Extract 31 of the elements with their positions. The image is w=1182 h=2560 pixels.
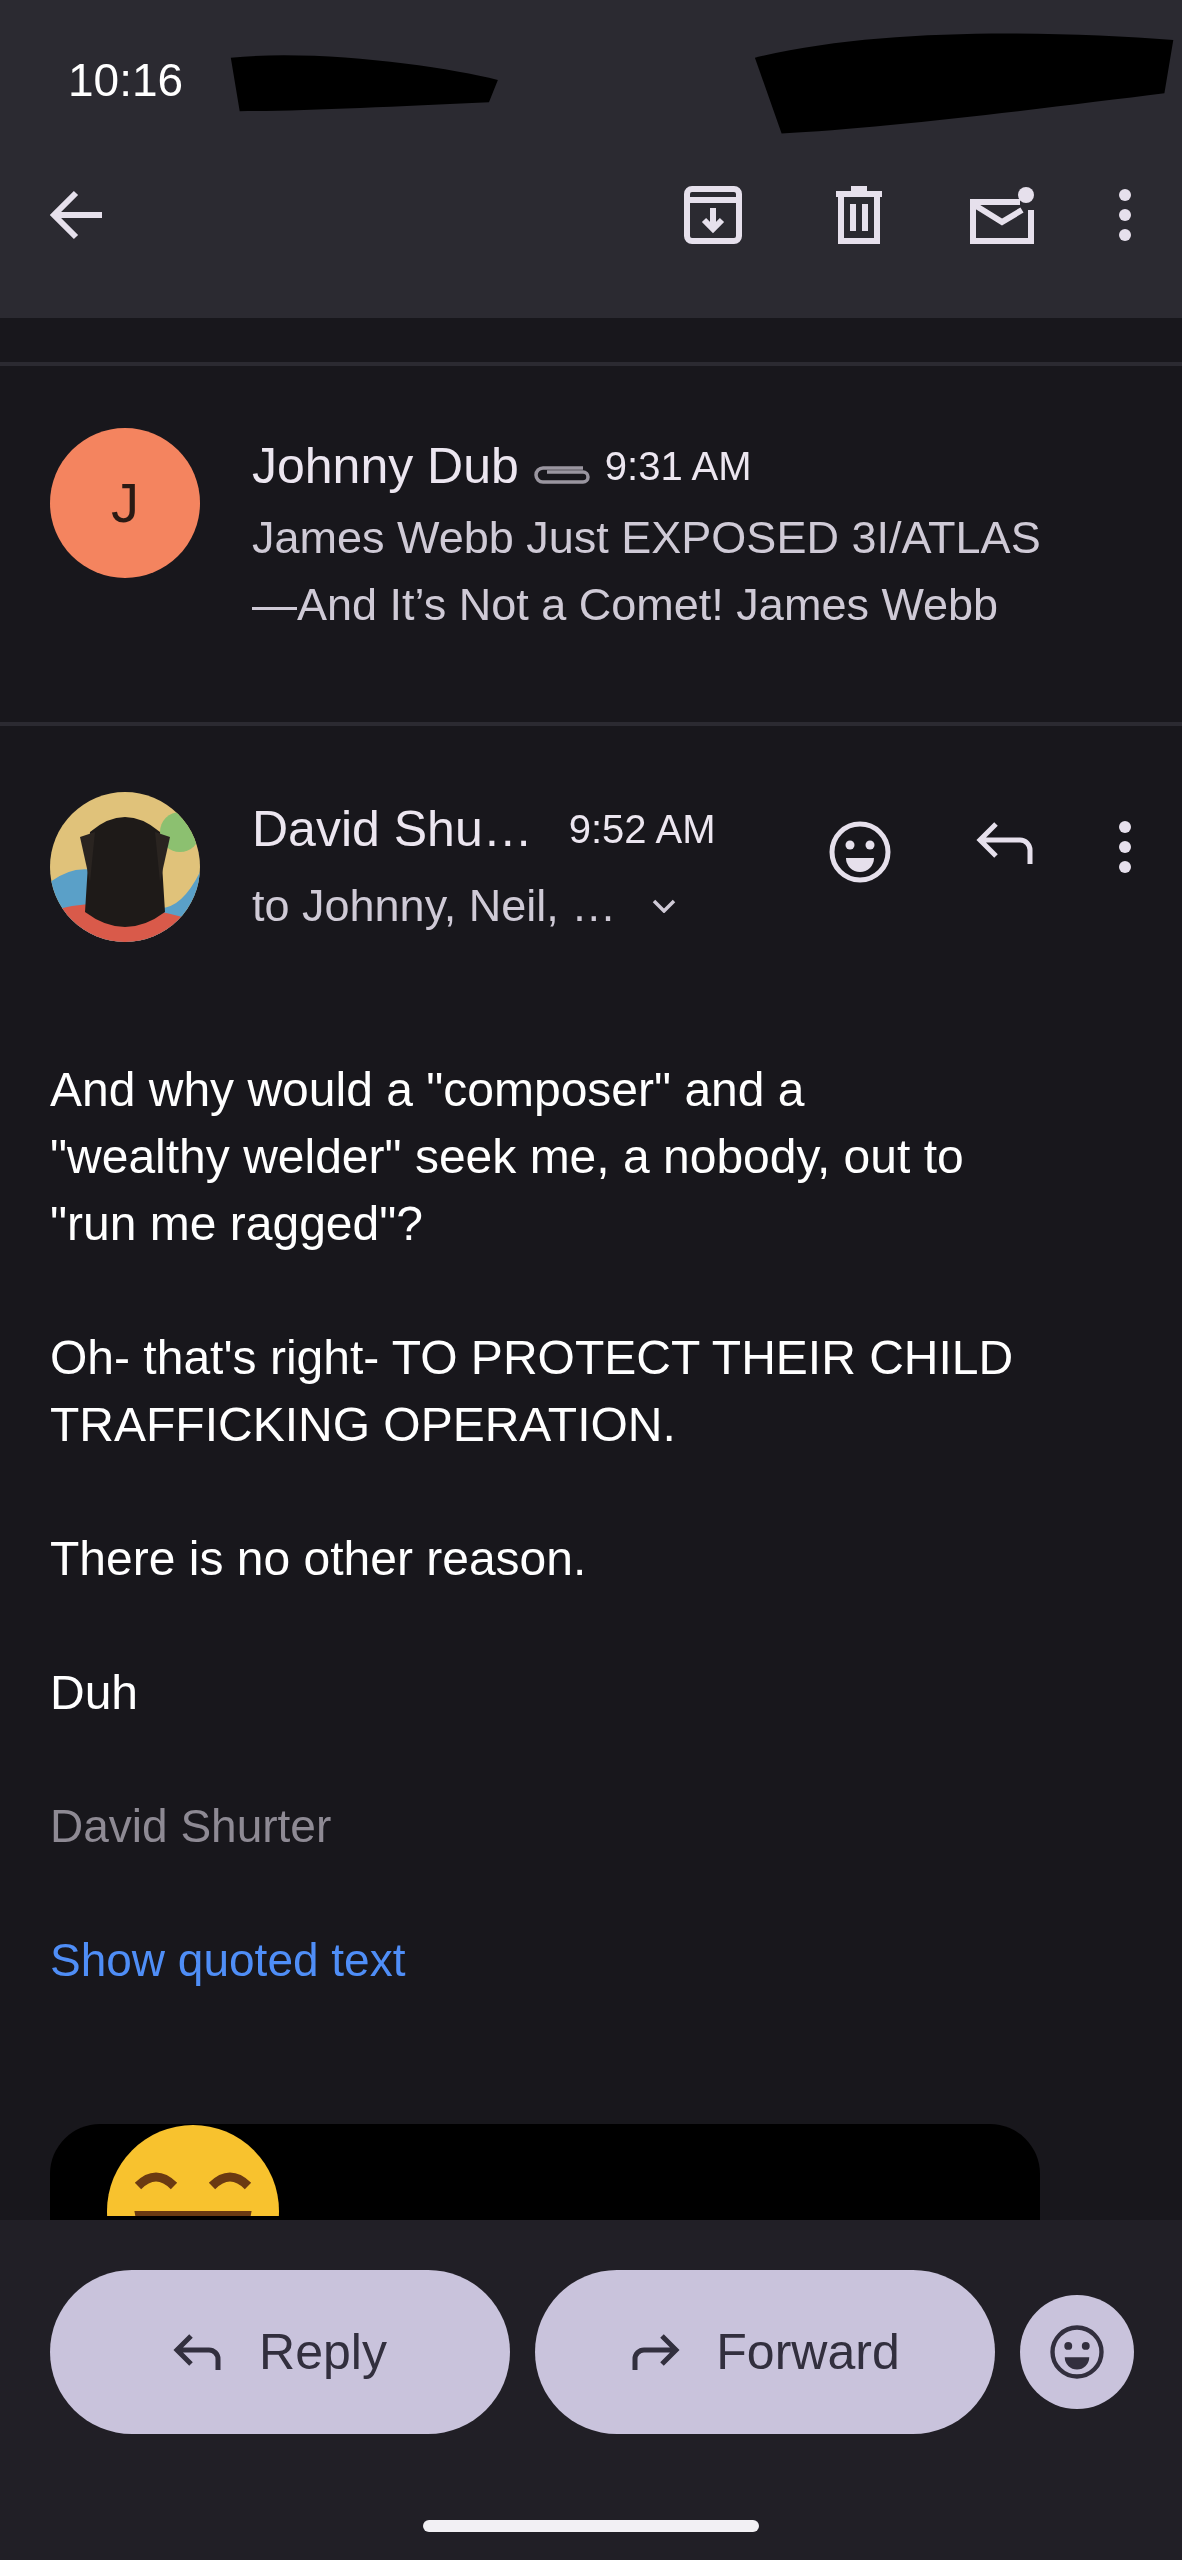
archive-icon[interactable] [684, 186, 742, 244]
unread-mail-icon[interactable] [970, 186, 1036, 244]
message-time: 9:52 AM [568, 806, 716, 853]
chevron-down-icon[interactable] [652, 899, 677, 913]
body-text-line: There is no other reason. [50, 1531, 587, 1587]
more-options-icon[interactable] [1118, 188, 1132, 242]
emoji-reaction-icon[interactable] [828, 820, 892, 884]
reply-button[interactable]: Reply [50, 2270, 510, 2434]
forward-icon [630, 2332, 681, 2372]
reply-icon[interactable] [976, 820, 1034, 866]
body-text-line: "run me ragged"? [50, 1196, 423, 1252]
body-text-line: Oh- that's right- TO PROTECT THEIR CHILD [50, 1330, 1014, 1386]
show-quoted-text-link[interactable]: Show quoted text [50, 1934, 406, 1986]
reply-icon [173, 2332, 224, 2372]
sender-name: David Shu… [252, 799, 533, 859]
sender-name: Johnny Dub [252, 436, 519, 496]
recipients-text: to Johnny, Neil, … [252, 879, 617, 934]
message-snippet: —And It’s Not a Comet! James Webb [252, 578, 1000, 632]
status-time: 10:16 [68, 52, 184, 108]
signature-text: David Shurter [50, 1799, 333, 1854]
forward-button[interactable]: Forward [535, 2270, 995, 2434]
body-text-line: "wealthy welder" seek me, a nobody, out to [50, 1129, 964, 1185]
message-snippet: James Webb Just EXPOSED 3I/ATLAS [252, 511, 1041, 565]
delete-icon[interactable] [834, 186, 884, 244]
body-text-line: And why would a "composer" and a [50, 1062, 805, 1118]
avatar-letter: J [111, 470, 139, 536]
body-text-line: TRAFFICKING OPERATION. [50, 1397, 676, 1453]
message-time: 9:31 AM [604, 443, 752, 490]
more-options-icon[interactable] [1118, 820, 1132, 874]
body-text-line: Duh [50, 1665, 139, 1721]
emoji-icon [1049, 2324, 1105, 2380]
